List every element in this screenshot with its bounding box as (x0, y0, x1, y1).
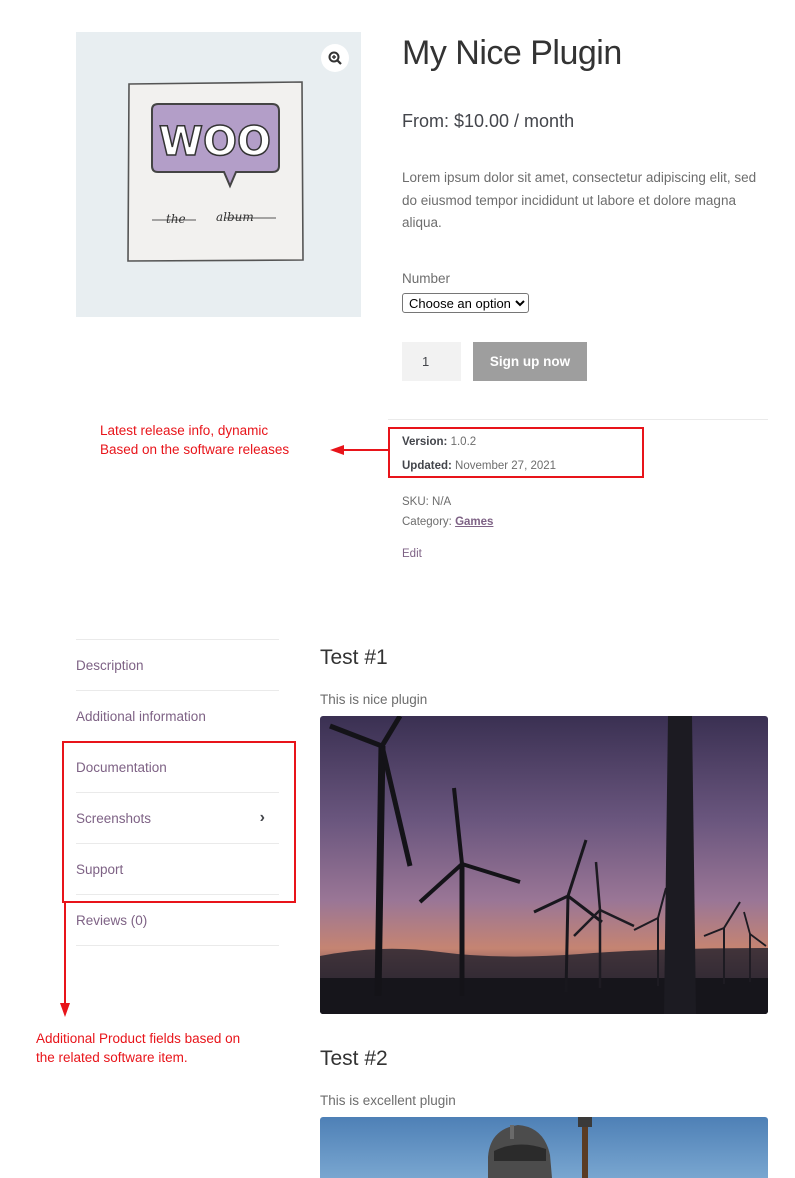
release-info-box: Version: 1.0.2 Updated: November 27, 202… (388, 427, 644, 478)
variation-label: Number (402, 271, 451, 286)
sku-line: SKU: N/A (402, 496, 451, 508)
updated-value: November 27, 2021 (455, 460, 557, 472)
fields-annotation-line2: the related software item. (36, 1050, 188, 1065)
section-title: Test #2 (320, 1047, 388, 1070)
fields-annotation-arrow (60, 901, 70, 1017)
sign-up-button[interactable]: Sign up now (473, 342, 587, 381)
quantity-input[interactable] (402, 342, 461, 381)
section-title: Test #1 (320, 646, 388, 669)
section-description: This is nice plugin (320, 692, 428, 707)
custom-tabs-highlight-box (62, 741, 296, 903)
woo-album-illustration: WOO the album (127, 81, 304, 262)
tab-label: Additional information (76, 708, 206, 724)
category-label: Category: (402, 516, 452, 528)
updated-line: Updated: November 27, 2021 (402, 460, 556, 472)
divider (388, 419, 768, 420)
sku-label: SKU: (402, 496, 429, 508)
album-subtitle-left: the (166, 212, 186, 226)
woo-logo-text: WOO (159, 119, 271, 165)
game-character-image (320, 1117, 768, 1178)
tab-label: Reviews (0) (76, 912, 148, 928)
version-label: Version: (402, 436, 448, 448)
version-value: 1.0.2 (450, 436, 477, 448)
edit-link[interactable]: Edit (402, 548, 422, 560)
category-link[interactable]: Games (455, 516, 493, 528)
fields-annotation-line1: Additional Product fields based on (36, 1031, 241, 1046)
zoom-button[interactable] (321, 44, 349, 72)
variation-select[interactable]: Choose an option (402, 293, 529, 313)
product-short-description: Lorem ipsum dolor sit amet, consectetur … (402, 170, 757, 230)
product-image[interactable]: WOO the album (76, 32, 361, 317)
updated-label: Updated: (402, 460, 452, 472)
wind-turbines-illustration (320, 716, 768, 1014)
game-character-illustration (320, 1117, 768, 1178)
wind-turbines-image (320, 716, 768, 1014)
version-line: Version: 1.0.2 (402, 436, 476, 448)
tab-additional-information[interactable]: Additional information (76, 690, 279, 741)
product-title: My Nice Plugin (402, 34, 622, 72)
album-subtitle-right: album (216, 210, 254, 224)
tab-label: Description (76, 657, 144, 673)
sku-value: N/A (432, 496, 452, 508)
release-annotation-line1: Latest release info, dynamic (100, 423, 269, 438)
category-line: Category: Games (402, 516, 493, 528)
product-price: From: $10.00 / month (402, 111, 575, 131)
release-annotation-line2: Based on the software releases (100, 442, 290, 457)
zoom-icon (328, 51, 342, 65)
section-description: This is excellent plugin (320, 1093, 456, 1108)
tab-description[interactable]: Description (76, 639, 279, 690)
release-annotation-arrow (330, 445, 390, 455)
